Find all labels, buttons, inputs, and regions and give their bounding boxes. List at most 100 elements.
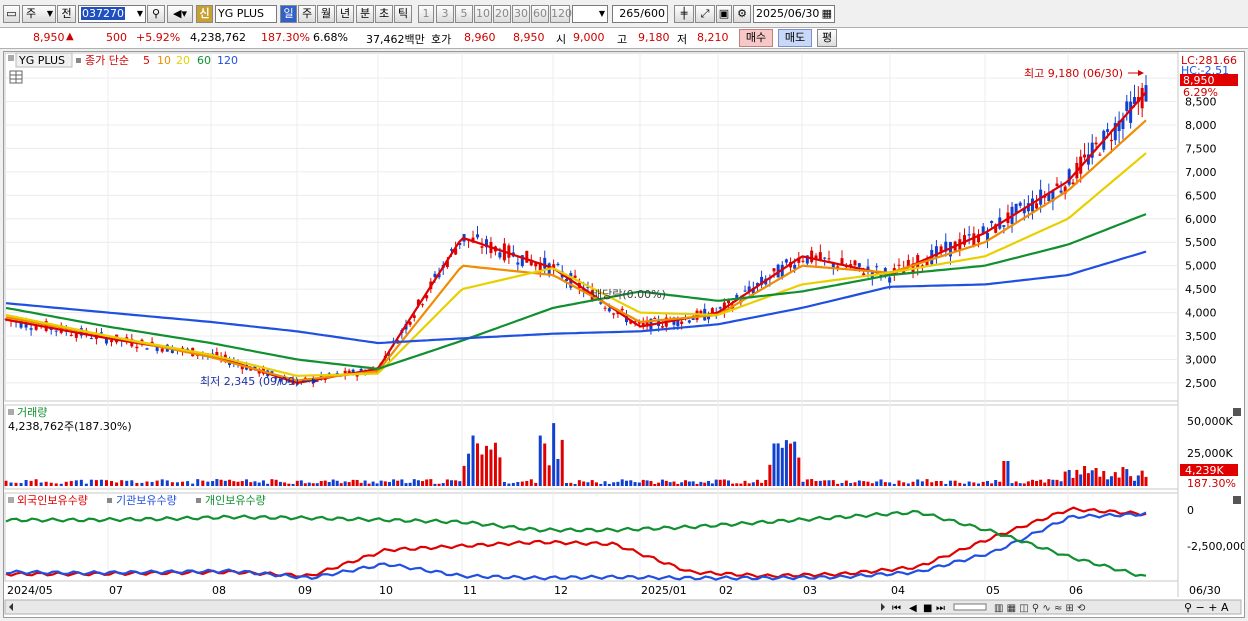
next-icon[interactable]: ⏭: [936, 603, 945, 614]
calendar-icon[interactable]: ▦: [822, 6, 832, 22]
volume-bar: [261, 480, 265, 486]
candle-body: [573, 275, 577, 278]
volume-bar: [620, 479, 624, 486]
period-second[interactable]: 초: [375, 5, 393, 23]
panel-close-icon[interactable]: [1233, 496, 1241, 504]
volume-bar: [967, 481, 971, 486]
num-1[interactable]: 1: [418, 5, 434, 23]
volume-bar: [396, 480, 400, 486]
candle-body: [603, 307, 607, 309]
high-price: 9,180: [638, 31, 670, 44]
zoom-tools-icon[interactable]: ⚲ − + A: [1184, 601, 1229, 614]
sin-badge[interactable]: 신: [196, 5, 213, 23]
gear-icon[interactable]: ⚙: [733, 5, 751, 23]
volume-bar: [425, 479, 429, 486]
volume-bar: [99, 479, 103, 486]
volume-bar: [1039, 479, 1043, 486]
volume-bar: [196, 479, 200, 486]
period-day[interactable]: 일: [280, 5, 297, 23]
volume-bar: [130, 480, 134, 486]
volume-bar: [994, 480, 998, 486]
mode-1-label: 주: [26, 7, 37, 20]
volume-bar: [840, 482, 844, 486]
chevron-down-icon[interactable]: ▼: [599, 6, 605, 22]
prev-icon[interactable]: ◀: [909, 603, 917, 614]
candle-body: [89, 338, 93, 340]
candle-body: [480, 246, 484, 248]
mode-select-1[interactable]: 주 ▼: [22, 5, 56, 23]
candle-body: [1098, 154, 1102, 156]
period-tick[interactable]: 틱: [394, 5, 412, 23]
count-field[interactable]: 265/600: [612, 5, 668, 23]
chevron-down-icon[interactable]: ▼: [137, 6, 143, 22]
volume-bar: [897, 480, 901, 486]
volume-bar: [586, 482, 590, 486]
candle-body: [853, 260, 857, 266]
save-icon[interactable]: ▣: [716, 5, 732, 23]
num-3[interactable]: 3: [436, 5, 454, 23]
volume-bar: [925, 479, 929, 486]
candle-body: [69, 334, 73, 336]
volume-bar: [653, 483, 657, 486]
volume-bar: [1079, 474, 1083, 486]
volume-bar: [462, 465, 466, 486]
search-icon[interactable]: ⚲: [147, 5, 165, 23]
sell-button[interactable]: 매도: [778, 29, 812, 47]
volume-bar: [383, 481, 387, 486]
volume-bar: [972, 482, 976, 486]
zoom-slider[interactable]: [953, 603, 987, 611]
volume-bar: [916, 479, 920, 486]
volume-bar: [1059, 481, 1063, 486]
x-axis-label: 07: [109, 584, 123, 597]
chart-svg[interactable]: 9,0008,5008,0007,5007,0006,5006,0005,500…: [4, 52, 1244, 617]
panel-marker-icon: [8, 55, 14, 61]
draw-line-icon[interactable]: ⤢: [695, 5, 715, 23]
volume-bar: [335, 480, 339, 486]
stop-icon[interactable]: ■: [923, 603, 932, 614]
period-year[interactable]: 년: [336, 5, 354, 23]
volume-bar: [977, 483, 981, 486]
num-20[interactable]: 20: [493, 5, 511, 23]
volume-bar: [516, 482, 520, 486]
num-30[interactable]: 30: [512, 5, 530, 23]
y-tick-label: 7,000: [1185, 166, 1217, 179]
volume-bar: [870, 483, 874, 486]
volume-tag-pct: 187.30%: [1187, 477, 1236, 490]
candle-body: [160, 348, 164, 352]
window-menu-icon[interactable]: ▭: [3, 5, 20, 23]
ma-period-60: 60: [197, 54, 211, 67]
volume-bar: [629, 480, 633, 486]
volume-bar: [110, 480, 114, 486]
volume-bar: [735, 483, 739, 486]
y-tick-label: 3,000: [1185, 353, 1217, 366]
interval-input[interactable]: ▼: [572, 5, 608, 23]
y-tick-label: 5,500: [1185, 236, 1217, 249]
volume-bar: [1067, 469, 1071, 486]
candle-body: [660, 326, 664, 328]
period-minute[interactable]: 분: [356, 5, 374, 23]
tool-icons[interactable]: ▥ ▦ ◫ ⚲ ∿ ≈ ⊞ ⟲: [994, 603, 1086, 614]
chart-area[interactable]: 9,0008,5008,0007,5007,0006,5006,0005,500…: [3, 51, 1245, 618]
rewind-icon[interactable]: ⏮: [892, 603, 901, 614]
y-tick-label: 5,000: [1185, 260, 1217, 273]
num-5[interactable]: 5: [455, 5, 473, 23]
panel-close-icon[interactable]: [1233, 408, 1241, 416]
period-week[interactable]: 주: [298, 5, 316, 23]
period-month[interactable]: 월: [317, 5, 335, 23]
code-input[interactable]: 037270 ▼: [78, 5, 146, 23]
stock-name-field[interactable]: YG PLUS: [215, 5, 277, 23]
volume-bar: [939, 480, 943, 486]
avg-button[interactable]: 평: [817, 29, 837, 47]
candle-icon[interactable]: ╪: [674, 5, 694, 23]
mode-select-2[interactable]: 전: [57, 5, 76, 23]
num-60[interactable]: 60: [531, 5, 549, 23]
speaker-icon[interactable]: ◀▾: [167, 5, 193, 23]
num-120[interactable]: 120: [550, 5, 572, 23]
ma-period-5: 5: [143, 54, 150, 67]
volume-bar: [1109, 476, 1113, 486]
volume-bar: [150, 481, 154, 486]
date-input[interactable]: 2025/06/30 ▦: [753, 5, 835, 23]
candle-body: [691, 318, 695, 320]
buy-button[interactable]: 매수: [739, 29, 773, 47]
num-10[interactable]: 10: [474, 5, 492, 23]
